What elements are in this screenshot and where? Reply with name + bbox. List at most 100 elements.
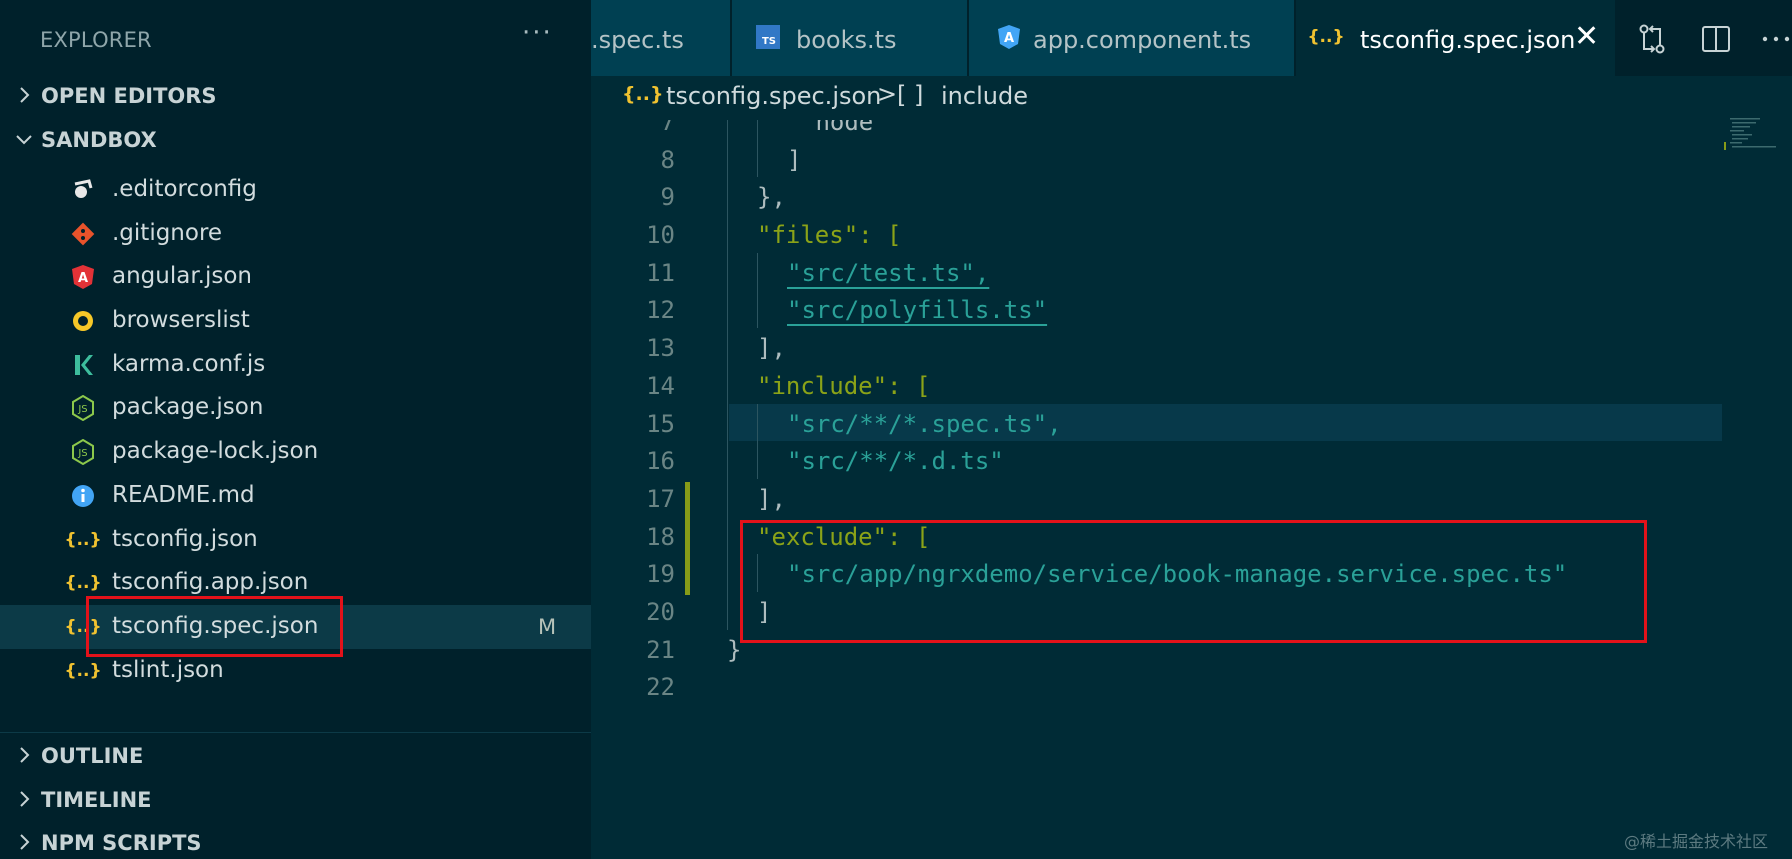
section-sandbox[interactable]: SANDBOX	[0, 118, 591, 162]
angular-icon: A	[995, 24, 1023, 50]
line-number: 11	[646, 258, 675, 287]
code-line: 17 ],	[591, 478, 1792, 517]
code-text: "src/**/*.d.ts"	[787, 447, 1004, 476]
section-timeline[interactable]: TIMELINE	[0, 778, 591, 822]
line-number: 13	[646, 334, 675, 363]
json-icon: {..}	[1307, 27, 1345, 47]
indent-guide	[757, 120, 758, 140]
code-line: 9 },	[591, 177, 1792, 216]
line-number: 18	[646, 522, 675, 551]
code-line: 13 ],	[591, 328, 1792, 366]
minimap[interactable]	[1720, 116, 1788, 156]
code-text: ]	[757, 597, 772, 626]
json-icon: {..}	[64, 573, 102, 594]
code-text: "src/test.ts",	[787, 258, 990, 287]
code-line: 7 "node"	[591, 120, 1792, 140]
svg-text:A: A	[78, 271, 88, 286]
code-text: "src/polyfills.ts"	[787, 296, 1048, 325]
explorer-header: EXPLORER ···	[0, 0, 591, 76]
file-item-gitignore[interactable]: .gitignore	[0, 212, 591, 256]
indent-guide	[757, 554, 758, 592]
indent-guide	[757, 139, 758, 178]
file-name: package-lock.json	[112, 438, 319, 465]
code-text: ],	[757, 334, 786, 363]
explorer-sidebar: EXPLORER ··· OPEN EDITORS SANDBOX .edito…	[0, 0, 591, 859]
code-text: "src/**/*.spec.ts",	[787, 409, 1062, 438]
file-name: README.md	[112, 481, 255, 508]
indent-guide	[727, 441, 728, 479]
tab-tsconfig-spec-json[interactable]: {..} tsconfig.spec.json ✕	[1296, 0, 1616, 76]
section-label: NPM SCRIPTS	[41, 831, 202, 855]
section-npm-scripts[interactable]: NPM SCRIPTS	[0, 821, 591, 859]
line-number: 9	[660, 183, 675, 212]
code-text: ]	[787, 145, 802, 174]
file-tree: .editorconfig .gitignore A angular.json …	[0, 168, 591, 692]
git-modified-gutter	[685, 482, 690, 595]
typescript-icon: TS	[754, 24, 782, 50]
indent-guide	[727, 591, 728, 630]
file-name: tsconfig.json	[112, 525, 258, 552]
line-number: 21	[646, 635, 675, 664]
compare-changes-icon[interactable]	[1635, 22, 1669, 56]
info-icon	[69, 483, 97, 509]
indent-guide	[757, 403, 758, 442]
more-actions-icon[interactable]	[1759, 22, 1792, 56]
section-label: OUTLINE	[41, 744, 144, 768]
code-line: 19 "src/app/ngrxdemo/service/book-manage…	[591, 554, 1792, 592]
file-name: karma.conf.js	[112, 350, 266, 377]
close-tab-button[interactable]: ✕	[1574, 22, 1599, 52]
indent-guide	[727, 290, 728, 329]
nodejs-icon: JS	[69, 439, 97, 466]
modified-badge: M	[538, 614, 557, 639]
chevron-right-icon	[20, 834, 30, 850]
file-item-readme[interactable]: README.md	[0, 474, 591, 518]
file-name: tsconfig.spec.json	[112, 612, 319, 639]
breadcrumb-file[interactable]: tsconfig.spec.json	[666, 82, 881, 110]
code-line: 10 "files": [	[591, 215, 1792, 253]
file-item-tslint[interactable]: {..} tslint.json	[0, 649, 591, 693]
divider	[0, 732, 591, 733]
more-actions-button[interactable]: ···	[522, 18, 553, 48]
tab-app-component-ts[interactable]: A app.component.ts	[969, 0, 1295, 76]
line-number: 17	[646, 484, 675, 513]
indent-guide	[727, 120, 728, 140]
file-name: .editorconfig	[112, 176, 257, 202]
file-name: tsconfig.app.json	[112, 569, 309, 596]
json-icon: {..}	[64, 529, 102, 550]
file-item-tsconfig-spec[interactable]: {..} tsconfig.spec.json M	[0, 604, 591, 649]
indent-guide	[727, 365, 728, 404]
file-item-package-lock-json[interactable]: JS package-lock.json	[0, 430, 591, 474]
section-label: OPEN EDITORS	[41, 84, 217, 108]
chevron-right-icon	[20, 747, 30, 763]
file-item-karma[interactable]: karma.conf.js	[0, 343, 591, 387]
line-number: 22	[646, 673, 675, 702]
line-number: 12	[646, 296, 675, 325]
section-outline[interactable]: OUTLINE	[0, 734, 591, 778]
file-item-editorconfig[interactable]: .editorconfig	[0, 168, 591, 212]
nodejs-icon: JS	[69, 395, 97, 422]
breadcrumb-symbol[interactable]: include	[941, 82, 1028, 110]
section-open-editors[interactable]: OPEN EDITORS	[0, 74, 591, 118]
code-line-current: 15 "src/**/*.spec.ts",	[591, 403, 1792, 442]
file-item-tsconfig[interactable]: {..} tsconfig.json	[0, 518, 591, 562]
split-editor-icon[interactable]	[1699, 22, 1733, 56]
tab-books-ts[interactable]: TS books.ts	[732, 0, 968, 76]
code-line: 22	[591, 667, 1792, 705]
code-line: 8 ]	[591, 139, 1792, 178]
tab-label: books.ts	[796, 26, 897, 54]
code-text: "src/app/ngrxdemo/service/book-manage.se…	[787, 560, 1568, 589]
file-item-angular-json[interactable]: A angular.json	[0, 255, 591, 299]
indent-guide	[757, 252, 758, 291]
indent-guide	[757, 290, 758, 329]
code-editor[interactable]: 7 "node" 8 ] 9 }, 10 "files": [ 11 "src/…	[591, 120, 1792, 859]
file-item-package-json[interactable]: JS package.json	[0, 386, 591, 430]
file-name: angular.json	[112, 263, 253, 290]
tab-spec-ts[interactable]: .spec.ts	[591, 0, 731, 76]
file-name: .gitignore	[112, 219, 223, 246]
section-label: SANDBOX	[41, 128, 157, 152]
file-item-tsconfig-app[interactable]: {..} tsconfig.app.json	[0, 561, 591, 605]
watermark: @稀土掘金技术社区	[1624, 832, 1769, 851]
svg-text:JS: JS	[77, 448, 87, 459]
file-name: browserslist	[112, 307, 250, 334]
file-item-browserslist[interactable]: browserslist	[0, 299, 591, 343]
